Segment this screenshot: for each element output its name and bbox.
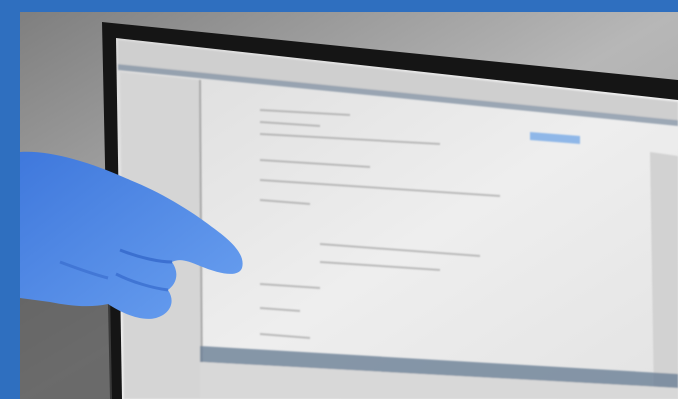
- photo-scene: [20, 12, 678, 399]
- right-panel: [650, 152, 678, 399]
- photo-illustration: [20, 12, 678, 399]
